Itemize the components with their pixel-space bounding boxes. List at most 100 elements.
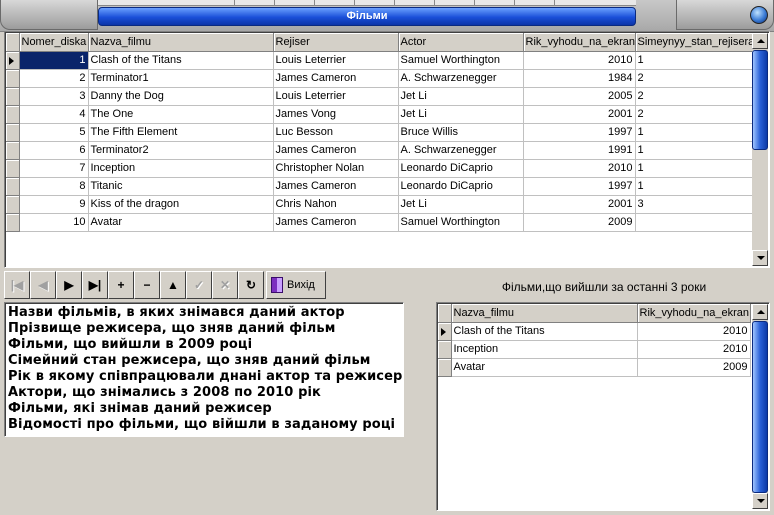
row-indicator[interactable] bbox=[6, 177, 20, 196]
table-cell[interactable]: Avatar bbox=[88, 213, 274, 232]
row-indicator[interactable] bbox=[6, 159, 20, 178]
table-cell[interactable]: Danny the Dog bbox=[88, 87, 274, 106]
table-cell[interactable]: Jet Li bbox=[398, 195, 524, 214]
row-indicator[interactable] bbox=[6, 105, 20, 124]
table-cell[interactable]: Jet Li bbox=[398, 105, 524, 124]
column-header[interactable]: Simeynyy_stan_rejisera bbox=[635, 33, 754, 52]
table-cell[interactable]: 1 bbox=[635, 141, 754, 160]
table-cell[interactable]: Bruce Willis bbox=[398, 123, 524, 142]
table-cell[interactable]: 2009 bbox=[523, 213, 636, 232]
table-cell[interactable]: 2 bbox=[635, 69, 754, 88]
query-list-item[interactable]: Назви фільмів, в яких знімався даний акт… bbox=[8, 305, 400, 321]
column-header[interactable]: Nazva_filmu bbox=[88, 33, 274, 52]
row-indicator[interactable] bbox=[6, 213, 20, 232]
table-cell[interactable]: 8 bbox=[19, 177, 89, 196]
query-list-item[interactable]: Прізвище режисера, що зняв даний фільм bbox=[8, 321, 400, 337]
table-cell[interactable]: 1 bbox=[635, 51, 754, 70]
row-indicator[interactable] bbox=[6, 195, 20, 214]
table-cell[interactable]: Christopher Nolan bbox=[273, 159, 399, 178]
table-cell[interactable]: Clash of the Titans bbox=[88, 51, 274, 70]
table-cell[interactable]: 6 bbox=[19, 141, 89, 160]
cancel-record-button[interactable]: ✕ bbox=[212, 271, 238, 299]
table-cell[interactable]: Jet Li bbox=[398, 87, 524, 106]
table-row[interactable]: 9 Kiss of the dragon Chris Nahon Jet Li 2001… bbox=[6, 195, 754, 214]
table-row[interactable]: 4 The One James Vong Jet Li 2001 2 bbox=[6, 105, 754, 124]
table-cell[interactable]: A. Schwarzenegger bbox=[398, 69, 524, 88]
table-cell[interactable]: 9 bbox=[19, 195, 89, 214]
table-cell[interactable]: 2009 bbox=[637, 358, 751, 377]
column-header[interactable]: Nomer_diska bbox=[19, 33, 89, 52]
table-cell[interactable]: James Vong bbox=[273, 105, 399, 124]
first-record-button[interactable]: |◀ bbox=[4, 271, 30, 299]
table-cell[interactable]: Leonardo DiCaprio bbox=[398, 159, 524, 178]
table-cell[interactable]: 2 bbox=[635, 105, 754, 124]
window-orb-button[interactable] bbox=[750, 6, 768, 24]
table-cell[interactable]: Terminator2 bbox=[88, 141, 274, 160]
table-cell[interactable]: Luc Besson bbox=[273, 123, 399, 142]
table-row[interactable]: Avatar 2009 bbox=[438, 358, 751, 377]
table-cell[interactable]: Kiss of the dragon bbox=[88, 195, 274, 214]
queries-list[interactable]: Назви фільмів, в яких знімався даний акт… bbox=[4, 302, 404, 437]
row-indicator[interactable] bbox=[6, 69, 20, 88]
table-cell[interactable] bbox=[635, 213, 754, 232]
query-list-item[interactable]: Актори, що знімались з 2008 по 2010 рік bbox=[8, 385, 400, 401]
table-cell[interactable]: Chris Nahon bbox=[273, 195, 399, 214]
row-indicator[interactable] bbox=[6, 123, 20, 142]
table-cell[interactable]: The Fifth Element bbox=[88, 123, 274, 142]
table-cell[interactable]: James Cameron bbox=[273, 213, 399, 232]
row-indicator[interactable] bbox=[6, 141, 20, 160]
scroll-up-button[interactable] bbox=[752, 304, 768, 320]
table-cell[interactable]: Leonardo DiCaprio bbox=[398, 177, 524, 196]
table-cell[interactable]: 2001 bbox=[523, 105, 636, 124]
table-cell[interactable]: Terminator1 bbox=[88, 69, 274, 88]
table-cell[interactable]: 2001 bbox=[523, 195, 636, 214]
table-row[interactable]: 8 Titanic James Cameron Leonardo DiCaprio 19… bbox=[6, 177, 754, 196]
table-cell[interactable]: A. Schwarzenegger bbox=[398, 141, 524, 160]
table-cell[interactable]: 1984 bbox=[523, 69, 636, 88]
table-cell[interactable]: James Cameron bbox=[273, 177, 399, 196]
table-row[interactable]: 1 Clash of the Titans Louis Leterrier Samue… bbox=[6, 51, 754, 70]
table-cell[interactable]: 2010 bbox=[637, 340, 751, 359]
table-row[interactable]: 10 Avatar James Cameron Samuel Worthington 2… bbox=[6, 213, 754, 232]
table-row[interactable]: 6 Terminator2 James Cameron A. Schwarzenegg… bbox=[6, 141, 754, 160]
table-cell[interactable]: Louis Leterrier bbox=[273, 87, 399, 106]
refresh-button[interactable]: ↻ bbox=[238, 271, 264, 299]
scroll-down-button[interactable] bbox=[752, 493, 768, 509]
table-cell[interactable]: 5 bbox=[19, 123, 89, 142]
column-header[interactable]: Rejiser bbox=[273, 33, 399, 52]
row-indicator[interactable] bbox=[6, 51, 20, 70]
table-cell[interactable]: Samuel Worthington bbox=[398, 51, 524, 70]
films-grid[interactable]: Nomer_diska Nazva_filmu Rejiser Actor Ri… bbox=[4, 31, 770, 268]
table-cell[interactable]: Titanic bbox=[88, 177, 274, 196]
table-cell[interactable]: Inception bbox=[88, 159, 274, 178]
table-cell[interactable]: The One bbox=[88, 105, 274, 124]
table-cell[interactable]: 1 bbox=[19, 51, 89, 70]
insert-record-button[interactable]: + bbox=[108, 271, 134, 299]
table-cell[interactable]: 2 bbox=[635, 87, 754, 106]
query-list-item[interactable]: Рік в якому співпрацювали днані актор та… bbox=[8, 369, 402, 385]
table-cell[interactable]: 1991 bbox=[523, 141, 636, 160]
query-list-item[interactable]: Сімейний стан режисера, що зняв даний фі… bbox=[8, 353, 400, 369]
table-cell[interactable]: 2010 bbox=[637, 322, 751, 341]
recent-films-grid[interactable]: Nazva_filmu Rik_vyhodu_na_ekran Clash of… bbox=[436, 302, 770, 511]
recent-vertical-scrollbar[interactable] bbox=[752, 304, 768, 509]
table-row[interactable]: 3 Danny the Dog Louis Leterrier Jet Li 2005 2 bbox=[6, 87, 754, 106]
table-cell[interactable]: 2 bbox=[19, 69, 89, 88]
table-cell[interactable]: 2010 bbox=[523, 51, 636, 70]
scroll-thumb[interactable] bbox=[752, 321, 768, 493]
films-vertical-scrollbar[interactable] bbox=[752, 33, 768, 266]
table-cell[interactable]: Samuel Worthington bbox=[398, 213, 524, 232]
table-row[interactable]: Clash of the Titans 2010 bbox=[438, 322, 751, 341]
table-row[interactable]: 5 The Fifth Element Luc Besson Bruce Willis… bbox=[6, 123, 754, 142]
table-cell[interactable]: 7 bbox=[19, 159, 89, 178]
table-row[interactable]: Inception 2010 bbox=[438, 340, 751, 359]
row-indicator[interactable] bbox=[438, 340, 452, 359]
table-cell[interactable]: 2005 bbox=[523, 87, 636, 106]
table-cell[interactable]: 1997 bbox=[523, 177, 636, 196]
column-header[interactable]: Nazva_filmu bbox=[451, 304, 638, 323]
delete-record-button[interactable]: − bbox=[134, 271, 160, 299]
table-cell[interactable]: 1 bbox=[635, 177, 754, 196]
row-indicator[interactable] bbox=[438, 358, 452, 377]
table-cell[interactable]: Louis Leterrier bbox=[273, 51, 399, 70]
exit-button[interactable]: Вихід bbox=[266, 271, 326, 299]
